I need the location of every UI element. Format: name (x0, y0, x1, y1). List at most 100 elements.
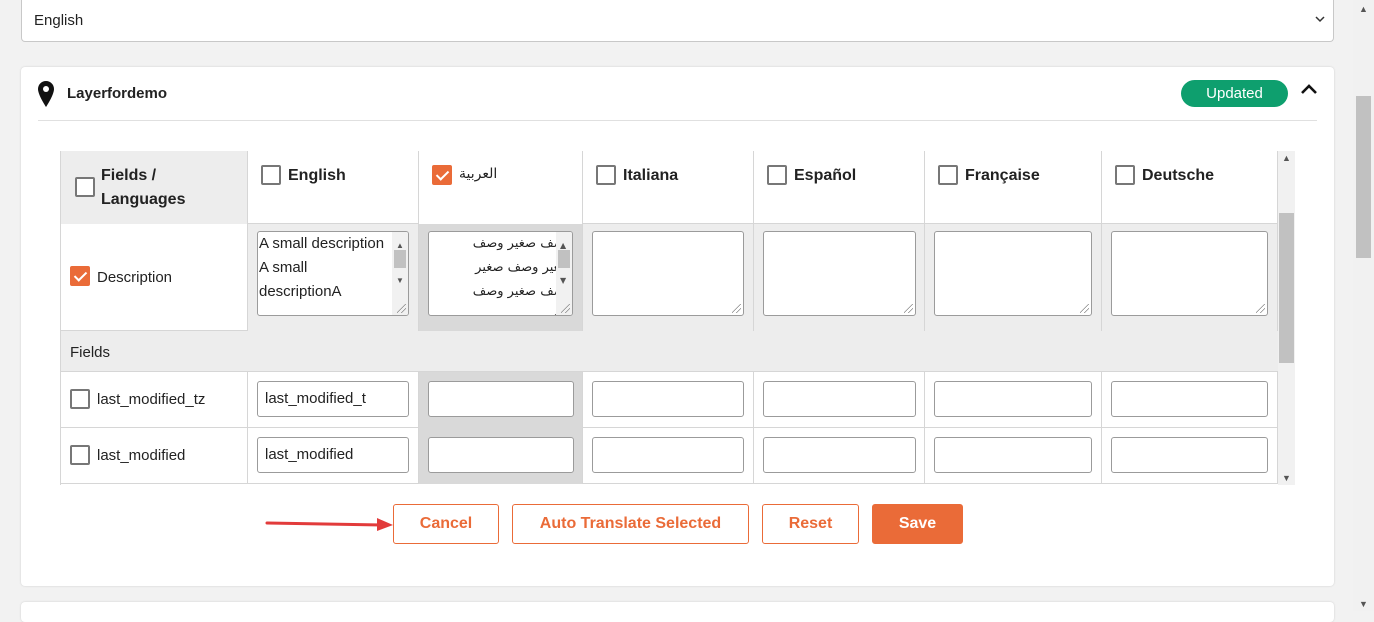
description-deutsche-textarea[interactable] (1111, 231, 1268, 316)
field-checkbox[interactable] (70, 445, 90, 465)
field-english-value: last_modified_t (265, 390, 366, 407)
lang-label-deutsche: Deutsche (1142, 167, 1215, 184)
lang-checkbox-deutsche[interactable] (1115, 165, 1135, 185)
description-english-textarea[interactable]: A small description A small descriptionA… (257, 231, 409, 316)
field-deutsche-cell (1102, 428, 1278, 484)
lang-label-francaise: Française (965, 167, 1040, 184)
language-select-value: English (34, 12, 84, 29)
scroll-down-icon[interactable]: ▼ (1359, 599, 1368, 609)
cancel-button[interactable]: Cancel (393, 504, 499, 544)
field-arabic-input[interactable] (428, 381, 574, 417)
field-francaise-cell (925, 372, 1102, 428)
description-english-cell: A small description A small descriptionA… (248, 224, 419, 331)
description-francaise-cell (925, 224, 1102, 331)
field-deutsche-input[interactable] (1111, 381, 1268, 417)
field-english-cell: last_modified_t (248, 372, 419, 428)
field-francaise-input[interactable] (934, 437, 1092, 473)
table-row-description: Description A small description A small … (61, 224, 1278, 331)
resize-grip-icon[interactable] (561, 304, 570, 313)
scroll-down-icon[interactable]: ▼ (1282, 473, 1291, 483)
lang-label-arabic: العربية (459, 165, 498, 181)
auto-translate-button[interactable]: Auto Translate Selected (512, 504, 749, 544)
description-deutsche-cell (1102, 224, 1278, 331)
lang-checkbox-english[interactable] (261, 165, 281, 185)
scroll-thumb[interactable] (1279, 213, 1294, 363)
field-espanol-cell (754, 372, 925, 428)
lang-col-espanol: Español (754, 151, 925, 224)
field-italiana-cell (583, 372, 754, 428)
card-header: Layerfordemo Updated (38, 67, 1317, 121)
field-english-cell: last_modified (248, 428, 419, 484)
scroll-up-icon[interactable]: ▲ (1282, 153, 1291, 163)
field-english-input[interactable]: last_modified_t (257, 381, 409, 417)
fields-section-label: Fields (70, 344, 111, 361)
map-pin-icon (38, 81, 54, 107)
field-francaise-input[interactable] (934, 381, 1092, 417)
table-row: last_modified last_modified (61, 428, 1278, 484)
field-name: last_modified (97, 447, 186, 464)
select-all-checkbox[interactable] (75, 177, 95, 197)
description-italiana-cell (583, 224, 754, 331)
field-label-cell: last_modified (61, 428, 248, 484)
header-fields-languages: Fields / Languages (61, 151, 248, 224)
description-checkbox[interactable] (70, 266, 90, 286)
field-label-cell: last_modified_tz (61, 372, 248, 428)
field-italiana-cell (583, 428, 754, 484)
field-arabic-input[interactable] (428, 437, 574, 473)
layer-card: Layerfordemo Updated Fields / Languages … (21, 67, 1334, 586)
description-arabic-textarea[interactable]: وصف صغير وصف صغير وصف صغير وصف صغير وصف … (428, 231, 573, 316)
chevron-up-icon[interactable] (1300, 83, 1318, 95)
description-label: Description (97, 269, 173, 286)
field-arabic-cell (419, 428, 583, 484)
description-arabic-cell: وصف صغير وصف صغير وصف صغير وصف صغير وصف … (419, 224, 583, 331)
description-italiana-textarea[interactable] (592, 231, 744, 316)
lang-col-deutsche: Deutsche (1102, 151, 1278, 224)
field-espanol-input[interactable] (763, 381, 916, 417)
field-italiana-input[interactable] (592, 437, 744, 473)
description-english-text: A small description A small descriptionA (259, 235, 385, 300)
fields-section-header: Fields (61, 331, 1278, 372)
field-deutsche-cell (1102, 372, 1278, 428)
table-row: last_modified_tz last_modified_t (61, 372, 1278, 428)
language-select[interactable]: English (21, 0, 1334, 42)
scroll-thumb[interactable] (1356, 96, 1371, 258)
field-checkbox[interactable] (70, 389, 90, 409)
field-espanol-input[interactable] (763, 437, 916, 473)
resize-grip-icon[interactable] (1256, 304, 1265, 313)
page-scrollbar[interactable]: ▲ ▼ (1353, 0, 1374, 611)
textarea-scrollbar[interactable]: ▲ ▼ (392, 232, 408, 315)
lang-checkbox-arabic[interactable] (432, 165, 452, 185)
description-espanol-cell (754, 224, 925, 331)
lang-col-francaise: Française (925, 151, 1102, 224)
reset-button[interactable]: Reset (762, 504, 859, 544)
next-card (21, 602, 1334, 622)
translation-table: Fields / Languages English العربية Itali… (60, 151, 1298, 485)
table-scrollbar[interactable]: ▲ ▼ (1278, 151, 1295, 485)
field-deutsche-input[interactable] (1111, 437, 1268, 473)
table-header-row: Fields / Languages English العربية Itali… (61, 151, 1278, 224)
save-button[interactable]: Save (872, 504, 963, 544)
lang-checkbox-italiana[interactable] (596, 165, 616, 185)
lang-col-arabic: العربية (419, 151, 583, 224)
resize-grip-icon[interactable] (732, 304, 741, 313)
scroll-up-icon[interactable]: ▲ (1359, 4, 1368, 14)
field-name: last_modified_tz (97, 391, 206, 408)
lang-label-italiana: Italiana (623, 167, 679, 184)
layer-title: Layerfordemo (67, 85, 168, 102)
resize-grip-icon[interactable] (904, 304, 913, 313)
field-english-input[interactable]: last_modified (257, 437, 409, 473)
lang-checkbox-espanol[interactable] (767, 165, 787, 185)
resize-grip-icon[interactable] (397, 304, 406, 313)
lang-checkbox-francaise[interactable] (938, 165, 958, 185)
resize-grip-icon[interactable] (1080, 304, 1089, 313)
status-badge: Updated (1181, 80, 1288, 107)
header-label-line1: Fields / (101, 167, 157, 184)
field-italiana-input[interactable] (592, 381, 744, 417)
lang-col-english: English (248, 151, 419, 224)
field-espanol-cell (754, 428, 925, 484)
description-francaise-textarea[interactable] (934, 231, 1092, 316)
description-espanol-textarea[interactable] (763, 231, 916, 316)
field-arabic-cell (419, 372, 583, 428)
textarea-scrollbar[interactable]: ▲ ▼ (556, 232, 572, 315)
header-label-line2: Languages (101, 191, 186, 208)
